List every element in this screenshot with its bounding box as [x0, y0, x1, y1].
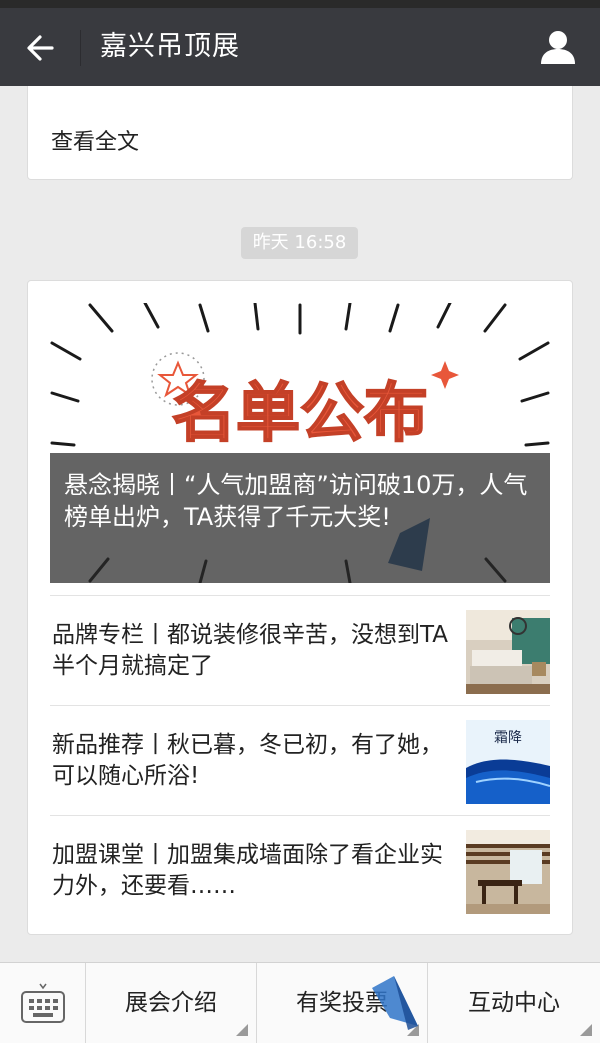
article-thumbnail: 霜降 — [466, 720, 550, 804]
article-thumbnail — [466, 610, 550, 694]
article-message-card: 名单公布 悬念揭晓丨“人气加盟商”访问破10万，人气榜单出炉，TA获得了千元大奖… — [27, 280, 573, 935]
keyboard-icon — [20, 983, 65, 1023]
read-more-link[interactable]: 查看全文 — [51, 124, 139, 156]
article-title: 加盟课堂丨加盟集成墙面除了看企业实力外，还要看…… — [52, 842, 443, 899]
submenu-indicator-icon — [580, 1024, 592, 1036]
article-thumbnail — [466, 830, 550, 914]
frost-thumbnail-text: 霜降 — [494, 730, 522, 746]
profile-button[interactable] — [534, 24, 582, 70]
submenu-indicator-icon — [407, 1024, 419, 1036]
message-timestamp: 昨天 16:58 — [241, 227, 358, 259]
cover-caption-overlay: 悬念揭晓丨“人气加盟商”访问破10万，人气榜单出炉，TA获得了千元大奖! — [50, 453, 550, 583]
previous-message-card: 查看全文 — [27, 86, 573, 180]
article-title: 品牌专栏丨都说装修很辛苦，没想到TA半个月就搞定了 — [52, 622, 448, 679]
cover-article[interactable]: 名单公布 悬念揭晓丨“人气加盟商”访问破10万，人气榜单出炉，TA获得了千元大奖… — [50, 303, 550, 583]
header-divider — [80, 30, 81, 66]
menu-item-label: 展会介绍 — [125, 990, 217, 1016]
header-bar: 嘉兴吊顶展 — [0, 8, 600, 86]
menu-item-expo-intro[interactable]: 展会介绍 — [86, 963, 257, 1043]
user-profile-icon — [541, 31, 575, 64]
article-item[interactable]: 品牌专栏丨都说装修很辛苦，没想到TA半个月就搞定了 — [50, 595, 550, 705]
submenu-indicator-icon — [236, 1024, 248, 1036]
page-title: 嘉兴吊顶展 — [100, 31, 240, 62]
article-title: 新品推荐丨秋已暮，冬已初，有了她，可以随心所浴! — [52, 732, 443, 789]
menu-item-label: 有奖投票 — [296, 990, 388, 1016]
cover-image-text: 名单公布 — [172, 377, 428, 451]
menu-item-label: 互动中心 — [468, 990, 560, 1016]
back-button[interactable] — [18, 26, 62, 70]
bedroom-thumbnail-image — [466, 610, 550, 694]
frost-thumbnail-image: 霜降 — [466, 720, 550, 804]
article-item[interactable]: 新品推荐丨秋已暮，冬已初，有了她，可以随心所浴! 霜降 — [50, 705, 550, 815]
menu-item-vote[interactable]: 有奖投票 — [257, 963, 428, 1043]
back-arrow-icon — [27, 35, 54, 61]
cover-headline: 悬念揭晓丨“人气加盟商”访问破10万，人气榜单出炉，TA获得了千元大奖! — [64, 471, 528, 531]
bottom-menu-bar: 展会介绍 有奖投票 互动中心 — [0, 962, 600, 1043]
keyboard-toggle-button[interactable] — [0, 963, 86, 1043]
status-bar — [0, 0, 600, 8]
article-item[interactable]: 加盟课堂丨加盟集成墙面除了看企业实力外，还要看…… — [50, 815, 550, 925]
dining-thumbnail-image — [466, 830, 550, 914]
menu-item-interaction[interactable]: 互动中心 — [428, 963, 600, 1043]
